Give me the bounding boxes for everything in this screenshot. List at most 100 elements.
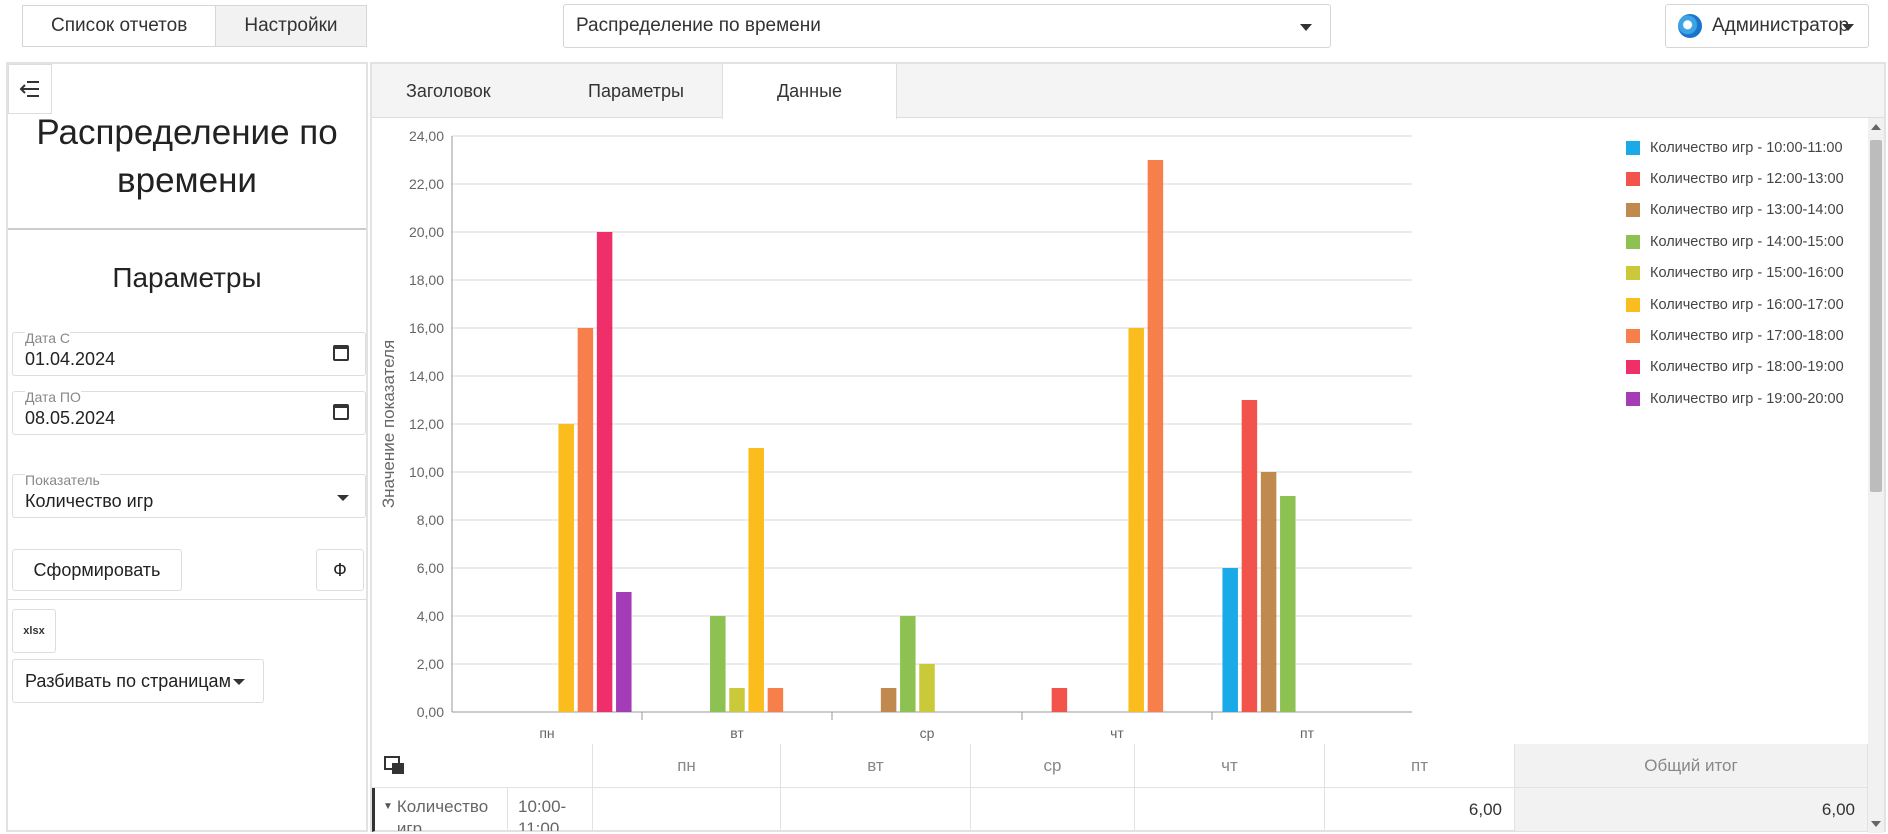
bar[interactable] xyxy=(880,688,897,712)
y-tick-label: 10,00 xyxy=(409,464,444,480)
y-tick-label: 16,00 xyxy=(409,320,444,336)
legend-swatch xyxy=(1626,329,1640,344)
legend-item[interactable]: Количество игр - 19:00-20:00 xyxy=(1626,383,1844,414)
bar[interactable] xyxy=(1222,568,1238,712)
top-bar: Список отчетов Настройки Распределение п… xyxy=(0,0,1888,60)
scroll-down-icon[interactable] xyxy=(1871,821,1881,827)
col-header-mon: пн xyxy=(593,744,781,788)
legend-item[interactable]: Количество игр - 16:00-17:00 xyxy=(1626,289,1844,320)
metric-label: Показатель xyxy=(25,472,100,488)
y-tick-label: 4,00 xyxy=(417,608,444,624)
bar[interactable] xyxy=(1128,328,1144,712)
divider xyxy=(8,228,366,230)
x-tick-label: вт xyxy=(730,725,744,741)
report-title-line2: времени xyxy=(117,161,257,200)
legend-item[interactable]: Количество игр - 13:00-14:00 xyxy=(1626,195,1844,226)
legend-swatch xyxy=(1626,203,1640,218)
x-tick-label: ср xyxy=(920,725,935,741)
row-group-label: Количество игр xyxy=(396,797,489,832)
tab-data[interactable]: Данные xyxy=(722,64,897,119)
chevron-down-icon xyxy=(337,495,349,501)
tab-settings[interactable]: Настройки xyxy=(215,6,366,46)
user-name: Администратор xyxy=(1712,15,1850,36)
legend-item[interactable]: Количество игр - 10:00-11:00 xyxy=(1626,132,1844,163)
content-tabs: Заголовок Параметры Данные xyxy=(372,64,1884,119)
bar[interactable] xyxy=(710,616,726,712)
build-report-button[interactable]: Сформировать xyxy=(12,549,182,591)
bar[interactable] xyxy=(1147,160,1164,712)
tab-header[interactable]: Заголовок xyxy=(406,64,516,118)
pivot-table: пн вт ср чт пт Общий итог ▼ Количество и… xyxy=(372,744,1868,832)
legend-label: Количество игр - 12:00-13:00 xyxy=(1650,171,1844,188)
y-tick-label: 22,00 xyxy=(409,176,444,192)
bar[interactable] xyxy=(577,328,594,712)
tab-parameters[interactable]: Параметры xyxy=(588,64,718,118)
report-select[interactable]: Распределение по времени xyxy=(563,4,1331,48)
date-from-label: Дата С xyxy=(25,330,71,346)
bar[interactable] xyxy=(729,688,745,712)
cell-mon xyxy=(593,788,781,832)
cell-wed xyxy=(971,788,1135,832)
legend-label: Количество игр - 17:00-18:00 xyxy=(1650,328,1844,345)
legend-swatch xyxy=(1626,391,1640,406)
bar[interactable] xyxy=(596,232,613,712)
vertical-scrollbar[interactable] xyxy=(1868,118,1884,833)
bar[interactable] xyxy=(1051,688,1068,712)
report-title: Распределение по времени xyxy=(8,109,366,205)
filter-button[interactable]: Ф xyxy=(316,549,364,591)
user-menu-button[interactable]: Администратор xyxy=(1665,4,1869,48)
xlsx-icon: xlsx xyxy=(23,625,45,637)
metric-value: Количество игр xyxy=(25,491,154,511)
col-header-wed: ср xyxy=(971,744,1135,788)
bar[interactable] xyxy=(1260,472,1277,712)
scroll-thumb[interactable] xyxy=(1870,140,1882,492)
calendar-icon[interactable] xyxy=(333,404,349,420)
legend-swatch xyxy=(1626,172,1640,187)
chevron-down-icon xyxy=(1300,24,1312,31)
legend-item[interactable]: Количество игр - 18:00-19:00 xyxy=(1626,352,1844,383)
pivot-settings-cell[interactable] xyxy=(372,744,593,788)
legend-item[interactable]: Количество игр - 12:00-13:00 xyxy=(1626,163,1844,194)
pivot-settings-icon xyxy=(384,756,404,774)
col-header-tue: вт xyxy=(781,744,971,788)
scroll-up-icon[interactable] xyxy=(1871,124,1881,130)
legend-item[interactable]: Количество игр - 14:00-15:00 xyxy=(1626,226,1844,257)
report-title-line1: Распределение по xyxy=(36,113,338,152)
cell-tue xyxy=(781,788,971,832)
y-tick-label: 6,00 xyxy=(417,560,444,576)
bar[interactable] xyxy=(1280,496,1296,712)
bar[interactable] xyxy=(900,616,916,712)
report-select-value: Распределение по времени xyxy=(576,15,821,36)
params-title: Параметры xyxy=(112,262,262,293)
legend-item[interactable]: Количество игр - 17:00-18:00 xyxy=(1626,320,1844,351)
user-avatar-icon xyxy=(1678,14,1702,38)
bar[interactable] xyxy=(748,448,764,712)
collapse-panel-button[interactable] xyxy=(8,64,52,114)
bar[interactable] xyxy=(767,688,784,712)
legend-item[interactable]: Количество игр - 15:00-16:00 xyxy=(1626,258,1844,289)
date-from-value: 01.04.2024 xyxy=(25,349,116,369)
tab-report-list[interactable]: Список отчетов xyxy=(23,6,216,46)
y-tick-label: 24,00 xyxy=(409,128,444,144)
legend-label: Количество игр - 19:00-20:00 xyxy=(1650,390,1844,407)
bar[interactable] xyxy=(558,424,574,712)
chart-legend: Количество игр - 10:00-11:00 Количество и… xyxy=(1626,132,1844,415)
col-header-fri: пт xyxy=(1325,744,1515,788)
col-header-thu: чт xyxy=(1135,744,1325,788)
bar[interactable] xyxy=(1241,400,1258,712)
left-panel: Распределение по времени Параметры Дата … xyxy=(6,62,368,832)
date-from-field[interactable]: Дата С 01.04.2024 xyxy=(12,330,366,376)
chevron-down-icon xyxy=(1842,24,1854,31)
export-xlsx-button[interactable]: xlsx xyxy=(12,609,56,653)
y-tick-label: 14,00 xyxy=(409,368,444,384)
calendar-icon[interactable] xyxy=(333,345,349,361)
paging-dropdown[interactable]: Разбивать по страницам xyxy=(12,659,264,703)
bar[interactable] xyxy=(919,664,935,712)
date-to-field[interactable]: Дата ПО 08.05.2024 xyxy=(12,389,366,435)
bar[interactable] xyxy=(616,592,632,712)
expand-caret-icon[interactable]: ▼ xyxy=(383,801,393,812)
metric-select[interactable]: Показатель Количество игр xyxy=(12,472,366,518)
legend-label: Количество игр - 13:00-14:00 xyxy=(1650,202,1844,219)
y-tick-label: 20,00 xyxy=(409,224,444,240)
row-group-cell[interactable]: ▼ Количество игр xyxy=(372,788,508,832)
